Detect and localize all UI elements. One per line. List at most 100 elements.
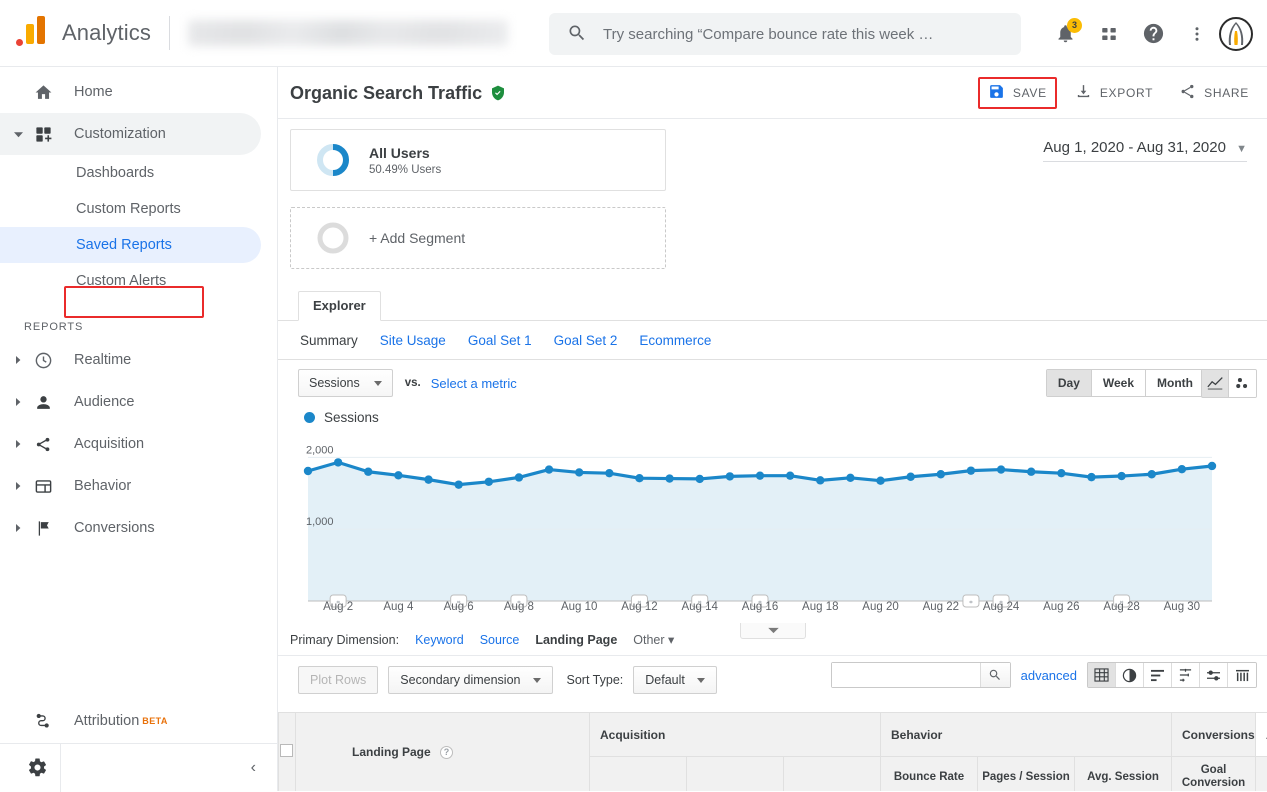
segment-card-all-users[interactable]: All Users 50.49% Users xyxy=(290,129,666,191)
chevron-right-icon xyxy=(8,356,28,364)
page-actions: SAVE EXPORT SHARE xyxy=(968,77,1257,109)
granularity-day[interactable]: Day xyxy=(1047,370,1092,396)
metric-select[interactable]: Sessions xyxy=(298,369,393,397)
group-conversions: Conversions xyxy=(1172,713,1256,757)
sessions-line-chart[interactable]: 1,0002,000⌗⌗⌗⌗⌗⌗⌗⌗⌗ Aug 2Aug 4Aug 6Aug 8… xyxy=(278,433,1267,618)
advanced-link[interactable]: advanced xyxy=(1021,668,1077,683)
sidebar-item-home[interactable]: Home xyxy=(0,71,261,113)
sidebar-item-behavior[interactable]: Behavior xyxy=(0,465,261,507)
sidebar-section-reports: REPORTS xyxy=(0,321,277,333)
granularity-toggle: Day Week Month xyxy=(1046,369,1205,397)
col-avg-session[interactable]: Avg. Session xyxy=(1075,757,1172,792)
search-icon[interactable] xyxy=(980,663,1010,687)
add-segment-button[interactable]: + Add Segment xyxy=(290,207,666,269)
table-search[interactable] xyxy=(831,662,1011,688)
sidebar-item-acquisition[interactable]: Acquisition xyxy=(0,423,261,465)
sidebar-item-custom-reports[interactable]: Custom Reports xyxy=(0,191,261,227)
sidebar-item-customization[interactable]: Customization xyxy=(0,113,261,155)
col-users[interactable] xyxy=(590,757,687,792)
add-segment-circle-icon xyxy=(313,218,353,258)
svg-text:1,000: 1,000 xyxy=(306,516,334,528)
tab-goal-set-2[interactable]: Goal Set 2 xyxy=(554,333,618,348)
save-button[interactable]: SAVE xyxy=(978,77,1057,109)
sidebar-item-attribution-label: Attribution xyxy=(74,713,139,729)
chevron-down-icon xyxy=(374,381,382,386)
select-all-checkbox[interactable] xyxy=(280,744,293,757)
sidebar-item-conversions[interactable]: Conversions xyxy=(0,507,261,549)
toolbar-right-group: advanced xyxy=(831,662,1257,688)
granularity-week[interactable]: Week xyxy=(1092,370,1146,396)
tab-site-usage[interactable]: Site Usage xyxy=(380,333,446,348)
sort-type-select[interactable]: Default xyxy=(633,666,717,694)
avatar[interactable] xyxy=(1219,17,1253,51)
table-search-input[interactable] xyxy=(832,663,980,687)
primary-dimension-source[interactable]: Source xyxy=(480,633,520,647)
bar-view-icon[interactable] xyxy=(1228,663,1256,687)
col-pages-session[interactable]: Pages / Session xyxy=(978,757,1075,792)
tab-goal-set-1[interactable]: Goal Set 1 xyxy=(468,333,532,348)
tab-explorer[interactable]: Explorer xyxy=(298,291,381,321)
primary-dimension-label: Primary Dimension: xyxy=(290,633,399,647)
notification-badge: 3 xyxy=(1067,18,1082,33)
pie-view-icon[interactable] xyxy=(1116,663,1144,687)
tab-ecommerce[interactable]: Ecommerce xyxy=(639,333,711,348)
more-options-button[interactable] xyxy=(1175,12,1219,56)
view-type-group xyxy=(1087,662,1257,688)
sidebar-item-custom-alerts-label: Custom Alerts xyxy=(76,273,166,289)
sidebar-item-realtime[interactable]: Realtime xyxy=(0,339,261,381)
col-avg-session-label: Avg. Session xyxy=(1087,771,1159,783)
sidebar-item-attribution[interactable]: Attribution BETA xyxy=(0,699,278,743)
sidebar-item-saved-reports[interactable]: Saved Reports xyxy=(0,227,261,263)
pivot-view-icon[interactable] xyxy=(1200,663,1228,687)
landing-page-header-cell[interactable]: Landing Page ? xyxy=(296,713,590,792)
tab-summary[interactable]: Summary xyxy=(300,333,358,348)
collapse-sidebar-button[interactable]: ‹ xyxy=(251,759,256,777)
notifications-button[interactable]: 3 xyxy=(1043,12,1087,56)
secondary-dimension-select[interactable]: Secondary dimension xyxy=(388,666,552,694)
gear-icon[interactable] xyxy=(22,757,52,778)
primary-dimension-keyword[interactable]: Keyword xyxy=(415,633,464,647)
chart-canvas: 1,0002,000⌗⌗⌗⌗⌗⌗⌗⌗⌗ xyxy=(278,433,1267,623)
property-selector-masked[interactable] xyxy=(188,20,508,46)
group-conversions-extra[interactable]: A xyxy=(1256,713,1267,757)
granularity-month[interactable]: Month xyxy=(1146,370,1204,396)
primary-dimension-other[interactable]: Other ▾ xyxy=(633,632,674,647)
sidebar-item-dashboards[interactable]: Dashboards xyxy=(0,155,261,191)
primary-dimension-landing-page[interactable]: Landing Page xyxy=(535,633,617,647)
chevron-down-icon xyxy=(697,678,705,683)
comparison-view-icon[interactable] xyxy=(1172,663,1200,687)
col-new-users[interactable] xyxy=(687,757,784,792)
select-a-metric-link[interactable]: Select a metric xyxy=(431,376,517,391)
apps-grid-button[interactable] xyxy=(1087,12,1131,56)
col-sessions[interactable] xyxy=(784,757,881,792)
x-tick-label: Aug 6 xyxy=(444,601,474,613)
x-tick-label: Aug 26 xyxy=(1043,601,1079,613)
col-bounce-rate[interactable]: Bounce Rate xyxy=(881,757,978,792)
share-button[interactable]: SHARE xyxy=(1171,77,1257,109)
landing-page-header-label: Landing Page xyxy=(352,745,431,759)
export-button-label: EXPORT xyxy=(1100,86,1153,100)
x-tick-label: Aug 20 xyxy=(862,601,898,613)
sidebar-item-audience[interactable]: Audience xyxy=(0,381,261,423)
global-search[interactable] xyxy=(549,13,1021,55)
search-input[interactable] xyxy=(601,25,1021,44)
select-all-cell[interactable] xyxy=(279,713,296,792)
col-goal-conversion[interactable]: Goal Conversion xyxy=(1172,757,1256,792)
plot-rows-button[interactable]: Plot Rows xyxy=(298,666,378,694)
col-extra[interactable] xyxy=(1256,757,1267,792)
flag-icon xyxy=(28,519,58,538)
table-view-icon[interactable] xyxy=(1088,663,1116,687)
sidebar-item-audience-label: Audience xyxy=(74,394,134,410)
help-icon[interactable]: ? xyxy=(440,746,453,759)
sidebar-item-custom-alerts[interactable]: Custom Alerts xyxy=(0,263,261,299)
date-range-picker[interactable]: Aug 1, 2020 - Aug 31, 2020 ▼ xyxy=(1043,139,1247,162)
line-chart-icon[interactable] xyxy=(1202,370,1229,397)
x-tick-label: Aug 24 xyxy=(983,601,1019,613)
performance-view-icon[interactable] xyxy=(1144,663,1172,687)
chevron-down-icon xyxy=(8,130,28,139)
motion-chart-icon[interactable] xyxy=(1229,370,1256,397)
export-button[interactable]: EXPORT xyxy=(1067,77,1161,109)
sidebar-item-customization-label: Customization xyxy=(74,126,166,142)
help-button[interactable] xyxy=(1131,12,1175,56)
table-group-header-row: Landing Page ? Acquisition Behavior Conv… xyxy=(279,713,1267,757)
